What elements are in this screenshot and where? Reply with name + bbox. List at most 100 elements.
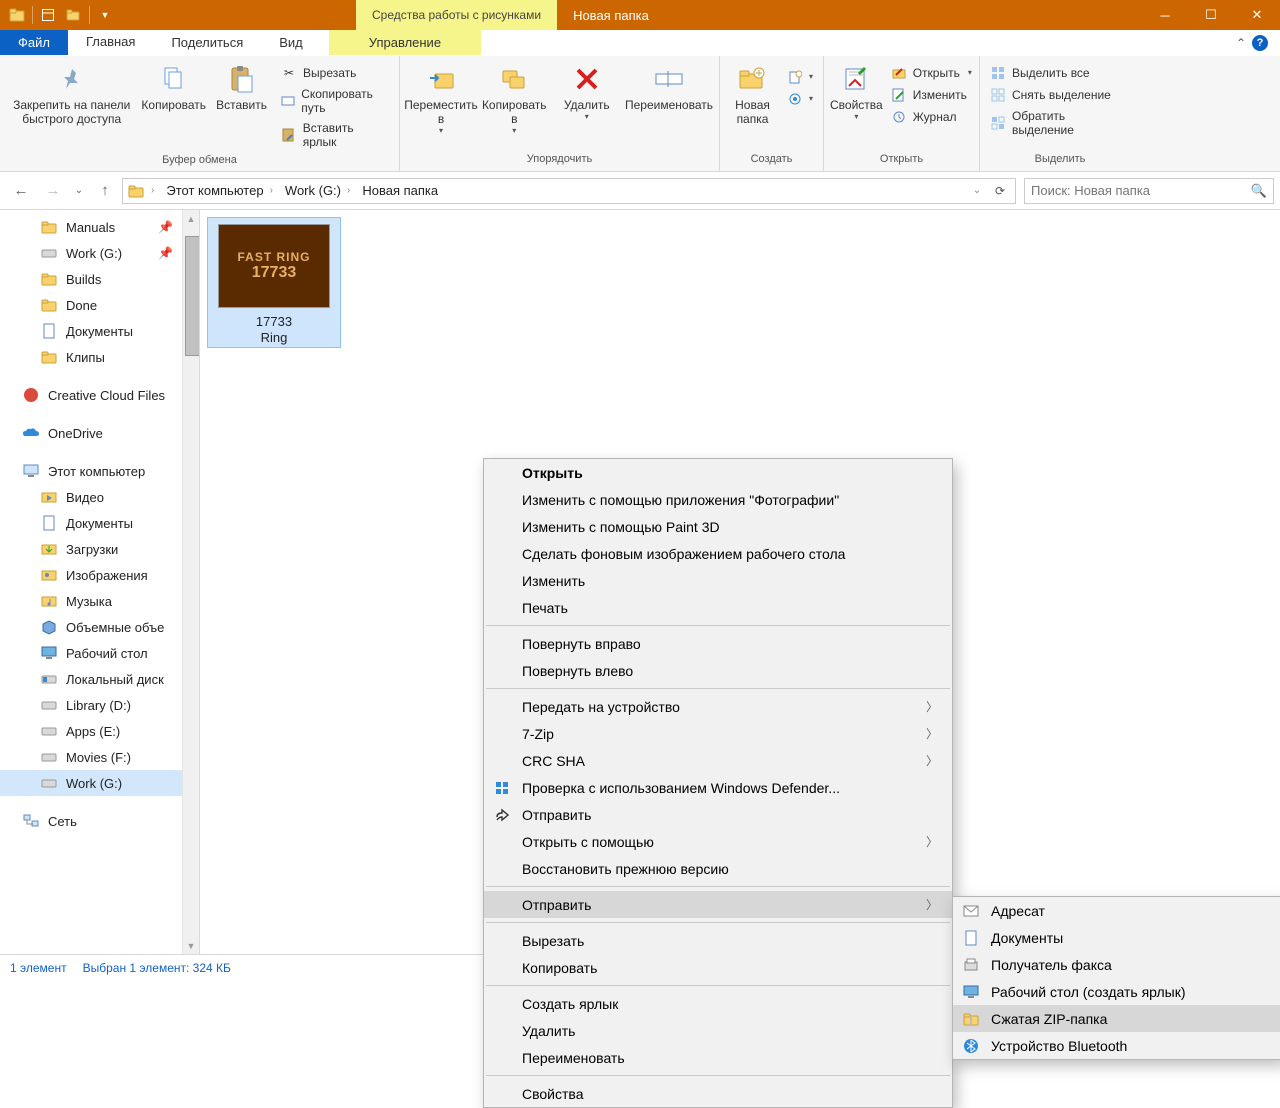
copy-button[interactable]: Копировать [139, 58, 208, 116]
copy-path-button[interactable]: Скопировать путь [275, 84, 395, 118]
cm-cut[interactable]: Вырезать [484, 927, 952, 954]
scroll-down[interactable]: ▼ [183, 937, 199, 954]
cut-button[interactable]: ✂Вырезать [275, 62, 395, 84]
pc-item[interactable]: Movies (F:) [0, 744, 199, 770]
edit-button[interactable]: Изменить [885, 84, 978, 106]
onedrive[interactable]: OneDrive [0, 420, 199, 446]
easy-access-button[interactable]: ▾ [781, 88, 819, 110]
cm-edit-photos[interactable]: Изменить с помощью приложения "Фотографи… [484, 486, 952, 513]
qa-item[interactable]: Work (G:)📌 [0, 240, 199, 266]
this-pc[interactable]: Этот компьютер [0, 458, 199, 484]
cm-create-shortcut[interactable]: Создать ярлык [484, 990, 952, 1017]
new-item-button[interactable]: ▾ [781, 66, 819, 88]
tab-manage[interactable]: Управление [329, 30, 481, 55]
breadcrumb-dropdown[interactable]: ⌄ [969, 185, 985, 196]
open-button[interactable]: Открыть▾ [885, 62, 978, 84]
breadcrumb-seg-2[interactable]: Новая папка [356, 183, 444, 198]
pc-item[interactable]: Загрузки [0, 536, 199, 562]
forward-button[interactable]: → [38, 176, 68, 206]
qat-properties-icon[interactable] [37, 4, 59, 26]
pc-item[interactable]: Документы [0, 510, 199, 536]
content-pane[interactable]: FAST RING 17733 17733Ring Открыть Измени… [200, 210, 1280, 954]
cm-copy[interactable]: Копировать [484, 954, 952, 981]
tree-scrollbar[interactable]: ▲ ▼ [182, 210, 199, 954]
paste-shortcut-button[interactable]: Вставить ярлык [275, 118, 395, 152]
pc-item[interactable]: Локальный диск [0, 666, 199, 692]
breadcrumb-seg-1[interactable]: Work (G:)› [279, 183, 356, 198]
collapse-ribbon-icon[interactable]: ⌃ [1236, 36, 1246, 50]
breadcrumb[interactable]: › Этот компьютер› Work (G:)› Новая папка… [122, 178, 1016, 204]
qa-item[interactable]: Builds [0, 266, 199, 292]
search-box[interactable]: 🔍 [1024, 178, 1274, 204]
properties-button[interactable]: Свойства▾ [828, 58, 885, 125]
back-button[interactable]: ← [6, 176, 36, 206]
pc-item[interactable]: Музыка [0, 588, 199, 614]
sm-documents[interactable]: Документы [953, 924, 1280, 951]
cm-7zip[interactable]: 7-Zip〉 [484, 720, 952, 747]
move-to-button[interactable]: Переместить в▾ [404, 58, 478, 139]
up-button[interactable]: ↑ [90, 176, 120, 206]
delete-button[interactable]: Удалить▾ [551, 58, 624, 125]
scroll-thumb[interactable] [185, 236, 200, 356]
minimize-button[interactable]: ─ [1142, 0, 1188, 30]
pc-item[interactable]: Apps (E:) [0, 718, 199, 744]
qat-newfolder-icon[interactable] [63, 4, 85, 26]
recent-locations-button[interactable]: ⌄ [70, 176, 88, 206]
cm-share[interactable]: Отправить [484, 801, 952, 828]
cm-open[interactable]: Открыть [484, 459, 952, 486]
cm-send-to[interactable]: Отправить〉 [484, 891, 952, 918]
pc-item-selected[interactable]: Work (G:) [0, 770, 199, 796]
file-item-selected[interactable]: FAST RING 17733 17733Ring [208, 218, 340, 347]
paste-button[interactable]: Вставить [208, 58, 275, 116]
cm-open-with[interactable]: Открыть с помощью〉 [484, 828, 952, 855]
cm-delete[interactable]: Удалить [484, 1017, 952, 1044]
pc-item[interactable]: Library (D:) [0, 692, 199, 718]
pc-item[interactable]: Видео [0, 484, 199, 510]
network[interactable]: Сеть [0, 808, 199, 834]
cm-edit-paint3d[interactable]: Изменить с помощью Paint 3D [484, 513, 952, 540]
qa-item[interactable]: Документы [0, 318, 199, 344]
help-icon[interactable]: ? [1252, 35, 1268, 51]
cm-restore[interactable]: Восстановить прежнюю версию [484, 855, 952, 882]
history-button[interactable]: Журнал [885, 106, 978, 128]
rename-button[interactable]: Переименовать [623, 58, 715, 116]
select-all-button[interactable]: Выделить все [984, 62, 1136, 84]
cm-rename[interactable]: Переименовать [484, 1044, 952, 1071]
qat-dropdown-icon[interactable]: ▼ [94, 4, 116, 26]
tab-share[interactable]: Поделиться [153, 30, 261, 55]
cm-defender[interactable]: Проверка с использованием Windows Defend… [484, 774, 952, 801]
cm-edit[interactable]: Изменить [484, 567, 952, 594]
cm-properties[interactable]: Свойства [484, 1080, 952, 1107]
qa-item[interactable]: Manuals📌 [0, 214, 199, 240]
qa-item[interactable]: Клипы [0, 344, 199, 370]
breadcrumb-seg-0[interactable]: Этот компьютер› [160, 183, 279, 198]
sm-bluetooth[interactable]: Устройство Bluetooth [953, 1032, 1280, 1059]
tab-view[interactable]: Вид [261, 30, 321, 55]
copy-to-button[interactable]: Копировать в▾ [478, 58, 551, 139]
sm-mail-recipient[interactable]: Адресат [953, 897, 1280, 924]
tab-home[interactable]: Главная [68, 30, 153, 55]
qa-item[interactable]: Done [0, 292, 199, 318]
select-none-button[interactable]: Снять выделение [984, 84, 1136, 106]
cm-rotate-right[interactable]: Повернуть вправо [484, 630, 952, 657]
search-input[interactable] [1031, 183, 1245, 198]
sm-zip-folder[interactable]: Сжатая ZIP-папка [953, 1005, 1280, 1032]
sm-desktop-shortcut[interactable]: Рабочий стол (создать ярлык) [953, 978, 1280, 1005]
select-invert-button[interactable]: Обратить выделение [984, 106, 1136, 140]
close-button[interactable]: ✕ [1234, 0, 1280, 30]
tab-file[interactable]: Файл [0, 30, 68, 55]
maximize-button[interactable]: ☐ [1188, 0, 1234, 30]
cc-files[interactable]: Creative Cloud Files [0, 382, 199, 408]
sm-fax[interactable]: Получатель факса [953, 951, 1280, 978]
pc-item[interactable]: Изображения [0, 562, 199, 588]
new-folder-button[interactable]: Новая папка [724, 58, 781, 130]
pin-quick-access-button[interactable]: Закрепить на панели быстрого доступа [4, 58, 139, 130]
cm-print[interactable]: Печать [484, 594, 952, 621]
refresh-button[interactable]: ⟳ [989, 180, 1011, 202]
cm-set-wallpaper[interactable]: Сделать фоновым изображением рабочего ст… [484, 540, 952, 567]
cm-crc[interactable]: CRC SHA〉 [484, 747, 952, 774]
scroll-up[interactable]: ▲ [183, 210, 199, 227]
cm-rotate-left[interactable]: Повернуть влево [484, 657, 952, 684]
pc-item[interactable]: Объемные объе [0, 614, 199, 640]
pc-item[interactable]: Рабочий стол [0, 640, 199, 666]
